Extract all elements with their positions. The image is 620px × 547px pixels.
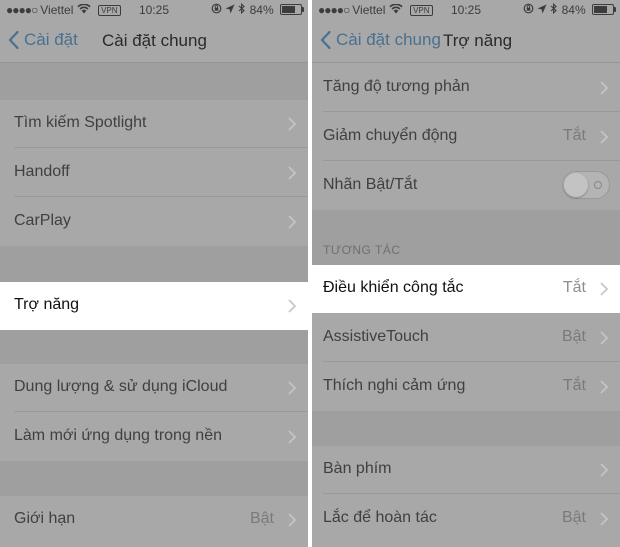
section-spacer bbox=[0, 63, 308, 100]
row-icloud-usage[interactable]: Dung lượng & sử dụng iCloud bbox=[0, 364, 308, 412]
row-label: Giảm chuyển động bbox=[323, 127, 458, 144]
row-restrictions[interactable]: Giới hạn Bật bbox=[0, 496, 308, 544]
section-spacer bbox=[0, 330, 308, 364]
row-value: Tắt bbox=[562, 127, 586, 144]
row-label: Tăng độ tương phản bbox=[323, 78, 470, 95]
chevron-right-icon bbox=[600, 282, 608, 296]
chevron-right-icon bbox=[288, 513, 296, 527]
row-label: Trợ năng bbox=[14, 296, 80, 313]
accessibility-screen: ●●●●○ Viettel VPN 10:25 84% Cài đặt chun… bbox=[312, 0, 620, 547]
row-value: Bật bbox=[561, 509, 586, 526]
row-handoff[interactable]: Handoff bbox=[0, 149, 308, 197]
row-label: CarPlay bbox=[14, 212, 71, 229]
chevron-right-icon bbox=[288, 430, 296, 444]
orientation-lock-icon bbox=[523, 3, 537, 17]
row-label: Tìm kiếm Spotlight bbox=[14, 114, 147, 131]
battery-icon bbox=[592, 4, 616, 15]
battery-icon bbox=[280, 4, 304, 15]
chevron-right-icon bbox=[288, 166, 296, 180]
row-divider bbox=[323, 111, 620, 112]
chevron-right-icon bbox=[600, 81, 608, 95]
chevron-left-icon bbox=[320, 31, 331, 49]
battery-percent: 84% bbox=[561, 3, 586, 17]
row-value: Tắt bbox=[562, 377, 586, 394]
orientation-lock-icon bbox=[211, 3, 225, 17]
row-reduce-motion[interactable]: Giảm chuyển động Tắt bbox=[312, 113, 620, 161]
chevron-right-icon bbox=[288, 215, 296, 229]
row-assistivetouch[interactable]: AssistiveTouch Bật bbox=[312, 314, 620, 362]
section-spacer bbox=[312, 411, 620, 446]
chevron-right-icon bbox=[600, 130, 608, 144]
chevron-right-icon bbox=[600, 331, 608, 345]
chevron-left-icon bbox=[8, 31, 19, 49]
row-label: Bàn phím bbox=[323, 460, 392, 477]
row-spotlight-search[interactable]: Tìm kiếm Spotlight bbox=[0, 100, 308, 148]
status-bar: ●●●●○ Viettel VPN 10:25 84% bbox=[0, 0, 308, 20]
toggle-knob bbox=[564, 173, 588, 197]
row-label: Làm mới ứng dụng trong nền bbox=[14, 427, 222, 444]
location-icon bbox=[225, 3, 238, 17]
section-spacer bbox=[0, 461, 308, 496]
navigation-bar: Cài đặt chung Trợ năng bbox=[312, 20, 620, 63]
row-shake-to-undo[interactable]: Lắc để hoàn tác Bật bbox=[312, 495, 620, 543]
row-accessibility[interactable]: Trợ năng bbox=[0, 282, 308, 330]
section-spacer bbox=[0, 246, 308, 282]
row-background-refresh[interactable]: Làm mới ứng dụng trong nền bbox=[0, 413, 308, 461]
back-button[interactable]: Cài đặt bbox=[8, 30, 78, 50]
row-label: AssistiveTouch bbox=[323, 328, 429, 345]
row-label: Handoff bbox=[14, 163, 70, 180]
row-keyboard[interactable]: Bàn phím bbox=[312, 446, 620, 494]
row-value: Tắt bbox=[562, 279, 586, 296]
chevron-right-icon bbox=[600, 512, 608, 526]
status-bar: ●●●●○ Viettel VPN 10:25 84% bbox=[312, 0, 620, 20]
row-divider bbox=[14, 196, 308, 197]
navigation-bar: Cài đặt Cài đặt chung bbox=[0, 20, 308, 63]
chevron-right-icon bbox=[288, 117, 296, 131]
battery-percent: 84% bbox=[249, 3, 274, 17]
general-settings-screen: ●●●●○ Viettel VPN 10:25 84% Cài đặt Cài … bbox=[0, 0, 308, 547]
row-carplay[interactable]: CarPlay bbox=[0, 198, 308, 246]
status-right-group: 84% bbox=[523, 2, 616, 17]
row-on-off-labels: Nhãn Bật/Tắt bbox=[312, 162, 620, 210]
location-icon bbox=[537, 3, 550, 17]
row-increase-contrast[interactable]: Tăng độ tương phản bbox=[312, 64, 620, 112]
chevron-right-icon bbox=[600, 463, 608, 477]
back-label: Cài đặt chung bbox=[336, 30, 441, 49]
section-header: TƯƠNG TÁC bbox=[323, 243, 401, 257]
row-divider bbox=[14, 147, 308, 148]
row-divider bbox=[323, 160, 620, 161]
on-off-labels-toggle[interactable] bbox=[562, 171, 610, 199]
bluetooth-icon bbox=[238, 2, 249, 17]
row-switch-control[interactable]: Điều khiển công tắc Tắt bbox=[312, 265, 620, 313]
page-title: Cài đặt chung bbox=[102, 31, 207, 50]
row-divider bbox=[323, 493, 620, 494]
screenshot-pair: ●●●●○ Viettel VPN 10:25 84% Cài đặt Cài … bbox=[0, 0, 620, 547]
row-label: Thích nghi cảm ứng bbox=[323, 377, 466, 394]
battery-fill bbox=[282, 6, 296, 13]
section-spacer: TƯƠNG TÁC bbox=[312, 210, 620, 265]
off-indicator-icon bbox=[594, 181, 602, 189]
chevron-right-icon bbox=[288, 381, 296, 395]
chevron-right-icon bbox=[288, 299, 296, 313]
row-divider bbox=[323, 361, 620, 362]
status-right-group: 84% bbox=[211, 2, 304, 17]
battery-fill bbox=[594, 6, 608, 13]
row-value: Bật bbox=[249, 510, 274, 527]
row-label: Điều khiển công tắc bbox=[323, 279, 464, 296]
row-label: Nhãn Bật/Tắt bbox=[323, 176, 418, 193]
page-title: Trợ năng bbox=[443, 31, 513, 50]
row-label: Lắc để hoàn tác bbox=[323, 509, 437, 526]
back-button[interactable]: Cài đặt chung bbox=[320, 30, 441, 50]
chevron-right-icon bbox=[600, 380, 608, 394]
row-label: Giới hạn bbox=[14, 510, 76, 527]
row-touch-accommodations[interactable]: Thích nghi cảm ứng Tắt bbox=[312, 363, 620, 411]
row-divider bbox=[14, 411, 308, 412]
back-label: Cài đặt bbox=[24, 30, 78, 49]
row-label: Dung lượng & sử dụng iCloud bbox=[14, 378, 228, 395]
bluetooth-icon bbox=[550, 2, 561, 17]
row-value: Bật bbox=[561, 328, 586, 345]
